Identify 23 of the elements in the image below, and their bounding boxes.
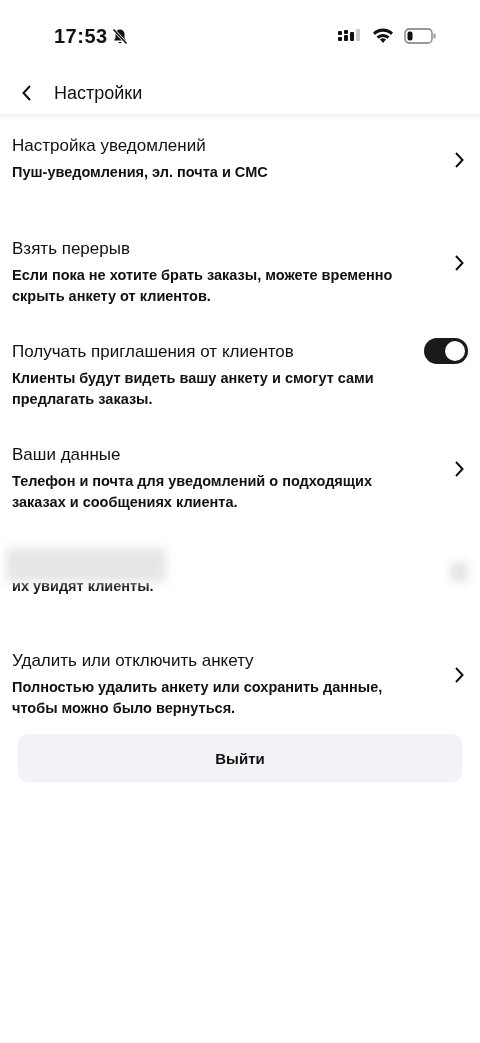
setting-title: Взять перерыв [12,239,131,259]
toggle-switch[interactable] [424,338,468,364]
battery-icon [404,28,436,44]
setting-title: Получать приглашения от клиентов [12,342,295,362]
setting-description: Пуш-уведомления, эл. почта и СМС [12,163,269,182]
chevron-right-icon[interactable] [454,667,464,683]
setting-description: Если пока не хотите брать заказы, можете временно скрыть анкету от клиентов. [12,266,394,306]
back-icon [22,85,32,101]
setting-description: Полностью удалить анкету или сохранить данные, чтобы можно было вернуться. [12,678,384,718]
setting-description: Клиенты будут видеть вашу анкету и смогут сами предлагать заказы. [12,369,375,409]
setting-title: Ваши данные [12,445,122,465]
chevron-right-icon[interactable] [454,152,464,168]
chevron-right-icon[interactable] [454,255,464,271]
logout-button[interactable]: Выйти [18,734,462,782]
screen-title: Настройки [54,82,143,104]
setting-description: их увидят клиенты. [12,577,155,596]
setting-description: Телефон и почта для уведомлений о подходящих заказах и сообщениях клиента. [12,472,374,512]
status-time: 17:53 [54,24,108,48]
chevron-right-icon[interactable] [454,461,464,477]
wifi-icon [372,28,394,44]
setting-title: Настройка уведомлений [12,136,207,156]
setting-title: Удалить или отключить анкету [12,651,255,671]
signal-icon [338,29,362,43]
